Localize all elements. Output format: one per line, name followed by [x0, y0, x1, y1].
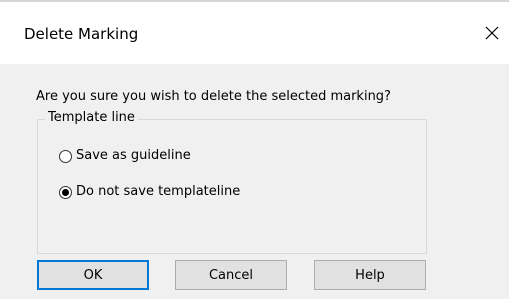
radio-do-not-save-templateline[interactable]: Do not save templateline	[59, 182, 240, 202]
dialog-body: Are you sure you wish to delete the sele…	[0, 64, 509, 299]
radio-button-selected[interactable]	[59, 185, 72, 199]
window-top-edge	[0, 0, 509, 2]
close-icon	[485, 26, 499, 40]
close-button[interactable]	[475, 10, 509, 56]
title-bar: Delete Marking	[0, 0, 509, 64]
dialog-title: Delete Marking	[24, 25, 139, 43]
ok-button[interactable]: OK	[37, 260, 149, 290]
cancel-button[interactable]: Cancel	[175, 260, 287, 290]
confirmation-question: Are you sure you wish to delete the sele…	[36, 89, 391, 104]
delete-marking-dialog: Delete Marking Are you sure you wish to …	[0, 0, 509, 299]
help-button[interactable]: Help	[314, 260, 426, 290]
radio-selected-dot	[62, 188, 69, 196]
radio-button-unselected[interactable]	[59, 149, 72, 163]
radio-label-save-as-guideline: Save as guideline	[76, 148, 191, 163]
radio-label-do-not-save: Do not save templateline	[76, 184, 241, 199]
radio-save-as-guideline[interactable]: Save as guideline	[59, 146, 191, 166]
groupbox-title: Template line	[45, 110, 138, 126]
